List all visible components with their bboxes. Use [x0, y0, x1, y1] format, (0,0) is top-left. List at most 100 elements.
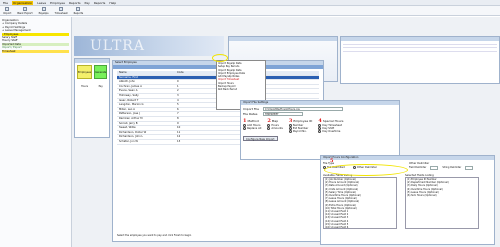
- list-item[interactable]: [343, 48, 497, 52]
- toolbar-button-label: Bank Export: [17, 12, 33, 15]
- menu-item[interactable]: Reports: [69, 1, 81, 5]
- option-group-title: Employee ID: [293, 119, 313, 123]
- toolbar-button[interactable]: Import: [3, 7, 11, 15]
- list-item[interactable]: (6) Sick Hours (Optional): [407, 194, 477, 197]
- toolbar-icon: [76, 7, 81, 11]
- navigation-tree: Organisation + Company Details + Payroll S…: [0, 17, 72, 247]
- toolbar: Import Bank Export Payslips Timesheet Report…: [0, 6, 500, 16]
- employee-name-cell: Patterson, Jose J: [119, 112, 140, 116]
- toolbar-icon: [5, 7, 10, 11]
- menu-item[interactable]: Help: [109, 1, 116, 5]
- quick-actions-panel: Employees Hours Generate Pay: [74, 58, 110, 138]
- employee-name-cell: Schafer, Jon W: [119, 139, 138, 143]
- employee-code-cell: 3: [177, 93, 179, 97]
- column-header: Code: [177, 71, 184, 74]
- option-group-title: Special Hours: [322, 119, 344, 123]
- menu-item[interactable]: Pay: [85, 1, 90, 5]
- employee-code-cell: [177, 76, 202, 80]
- toolbar-icon: [59, 7, 64, 11]
- option-label: Payroll No.: [292, 130, 307, 133]
- option-label: Replace All: [247, 127, 262, 130]
- toolbar-button-label: Timesheet: [54, 12, 68, 15]
- radio-icon: [243, 127, 246, 130]
- field-delimiter-label: Field Delimiter: [409, 166, 427, 169]
- option-group: 3 Employee ID Number Ext Number Payroll No.: [288, 118, 313, 133]
- employee-code-cell: 12: [177, 135, 181, 139]
- radio-icon: [318, 130, 322, 133]
- option-group: 1 Method Add Hours Replace All: [243, 118, 261, 133]
- dialog-footer-text: Select the employee you want to pay and …: [117, 234, 192, 237]
- highlight-circle: [324, 164, 408, 176]
- employee-name-cell: Sorrell, Jerry B: [119, 121, 138, 125]
- employee-code-cell: 13: [177, 139, 181, 143]
- radio-option[interactable]: Day Overtime: [318, 130, 343, 133]
- employee-name-cell: Richardson, Dollar W: [119, 130, 147, 134]
- tree-item[interactable]: Timesheet: [2, 49, 69, 54]
- import-file-input[interactable]: C:\ImportPayHours\Hours.csv: [263, 107, 343, 111]
- menu-item[interactable]: Roll Back Period: [218, 88, 264, 91]
- toolbar-button-label: Payslips: [38, 12, 49, 15]
- radio-option[interactable]: Amounts: [267, 127, 283, 130]
- import-settings-dialog: Import File Settings Import File C:\Impo…: [240, 100, 400, 160]
- employee-name-cell: Sweet, Willie: [119, 126, 136, 130]
- employee-code-cell: 11: [177, 130, 181, 134]
- radio-option[interactable]: Payroll No.: [288, 130, 313, 133]
- file-rates-label: File Rates: [243, 112, 258, 116]
- option-label: Day Overtime: [322, 130, 341, 133]
- employee-code-cell: 10: [177, 126, 181, 130]
- employee-name-cell: Cochran, James A: [119, 84, 142, 88]
- option-group: 4 Special Hours Day Timesheet Day Shift Day …: [318, 118, 343, 133]
- radio-icon: [267, 127, 271, 130]
- employee-name-cell: Ramirez, Arthur M: [119, 116, 143, 120]
- toolbar-button[interactable]: Reports: [73, 7, 84, 15]
- field-delimiter-input[interactable]: [430, 166, 439, 170]
- employee-name-cell: Langdon, Marion G: [119, 103, 144, 107]
- employee-name-cell: Abbott, John: [119, 80, 135, 84]
- employee-code-cell: 7: [177, 112, 179, 116]
- employee-code-cell: 2: [177, 89, 179, 93]
- radio-icon: [288, 130, 292, 133]
- step-number-5: 5: [330, 158, 334, 164]
- employee-name-cell: Holloway, Sally: [119, 93, 139, 97]
- string-delimiter-input[interactable]: [465, 166, 474, 170]
- option-group-title: Map: [271, 119, 279, 123]
- string-delimiter-label: String Delimiter: [442, 166, 462, 169]
- column-header: Name: [119, 71, 127, 74]
- toolbar-button-label: Import: [3, 12, 12, 15]
- option-group: 2 Map Hours Amounts: [267, 118, 283, 133]
- import-file-label: Import File: [243, 107, 259, 111]
- highlight-circle: [212, 54, 228, 62]
- employee-code-cell: 5: [177, 103, 179, 107]
- toolbar-button[interactable]: Timesheet: [55, 7, 68, 15]
- toolbar-icon: [22, 7, 27, 11]
- other-delimiter-label: Other Delimiter: [409, 162, 430, 165]
- employee-code-cell: 1: [177, 84, 179, 88]
- banner-logo-text: ULTRA: [90, 38, 145, 54]
- toolbar-button[interactable]: Payslips: [39, 7, 49, 15]
- employee-name-cell: Miller, Leo A: [119, 107, 135, 111]
- toolbar-button[interactable]: Bank Export: [17, 7, 33, 15]
- menu-item[interactable]: File: [3, 1, 8, 5]
- menu-item[interactable]: Leave: [37, 1, 46, 5]
- radio-option[interactable]: Replace All: [243, 127, 261, 130]
- employee-name-cell: Surname, First: [119, 75, 138, 79]
- employee-name-cell: Richardson, John L: [119, 135, 143, 139]
- option-group-title: Method: [247, 119, 259, 123]
- menu-item[interactable]: Organisation: [12, 0, 34, 5]
- employee-code-cell: 6: [177, 107, 179, 111]
- toolbar-icon: [41, 7, 46, 11]
- reports-pane: [340, 36, 500, 84]
- menu-item[interactable]: Employee: [50, 1, 65, 5]
- employees-hours-button[interactable]: Employees Hours: [77, 65, 93, 88]
- menu-item[interactable]: Reports: [94, 1, 106, 5]
- option-label: Amounts: [271, 127, 283, 130]
- generate-pay-button[interactable]: Generate Pay: [94, 65, 108, 88]
- file-rates-input[interactable]: TIMESHEET: [263, 112, 303, 116]
- employee-code-cell: 0: [177, 80, 179, 84]
- employee-name-cell: Isaac, Robert T: [119, 98, 139, 102]
- employee-code-cell: 9: [177, 121, 179, 125]
- toolbar-button-label: Reports: [73, 12, 84, 15]
- employee-name-cell: Evans, Sean A: [119, 89, 138, 93]
- configure-new-import-button[interactable]: Configure New Import: [243, 136, 278, 141]
- list-item[interactable]: (16) Unused Field 6: [325, 226, 395, 228]
